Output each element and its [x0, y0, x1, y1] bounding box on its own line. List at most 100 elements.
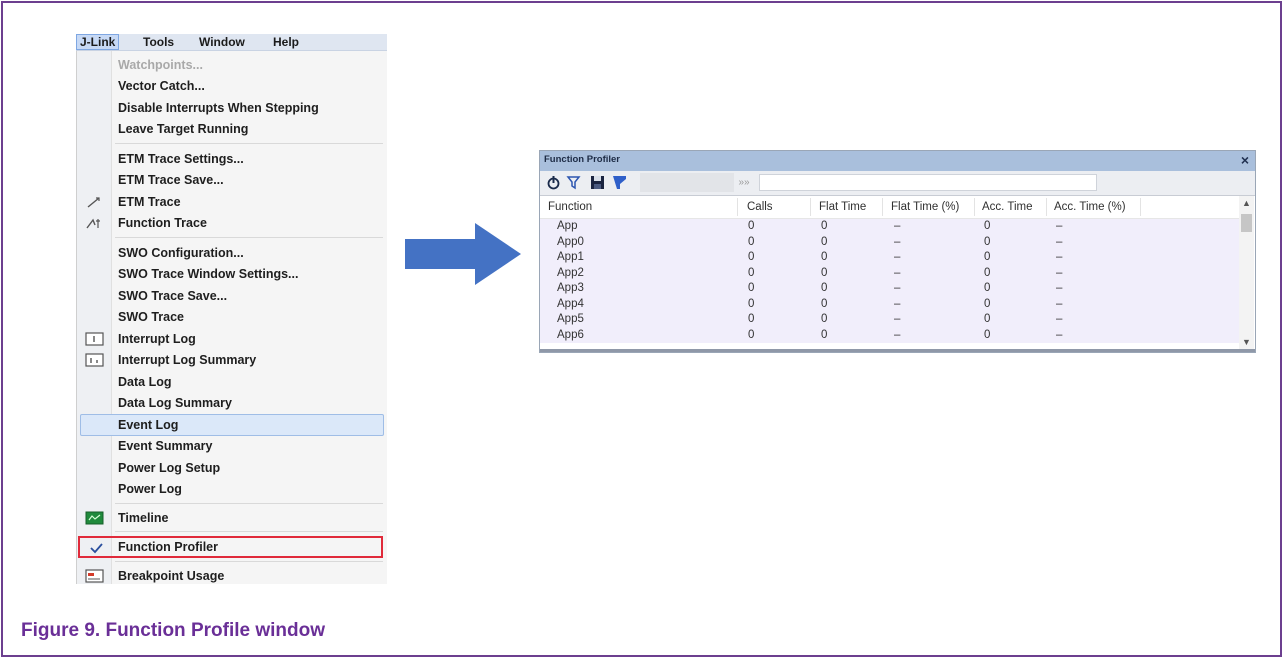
column-separator — [810, 198, 811, 216]
close-icon[interactable]: × — [1241, 152, 1249, 168]
cell-calls: 0 — [748, 235, 755, 248]
scroll-up-icon[interactable]: ▲ — [1242, 198, 1251, 208]
cell-acc-time: 0 — [984, 328, 991, 341]
cell-flat-time-pct: – — [894, 266, 901, 279]
cell-acc-time-pct: – — [1056, 235, 1063, 248]
clear-icon[interactable] — [565, 174, 582, 191]
filter-icon[interactable] — [611, 174, 628, 191]
fast-forward-icon[interactable]: »» — [734, 176, 754, 190]
table-row[interactable]: App1 0 0 – 0 – — [540, 250, 1240, 266]
cell-acc-time-pct: – — [1056, 282, 1063, 294]
column-header-acc-time-pct[interactable]: Acc. Time (%) — [1054, 196, 1126, 218]
menu-item-event-summary[interactable]: Event Summary — [77, 436, 387, 456]
cell-flat-time: 0 — [821, 266, 828, 279]
menu-item-event-log[interactable]: Event Log — [80, 414, 384, 436]
cell-acc-time: 0 — [984, 266, 991, 279]
menu-item-watchpoints[interactable]: Watchpoints... — [77, 55, 387, 75]
table-row[interactable]: App3 0 0 – 0 – — [540, 281, 1240, 297]
menu-separator — [115, 503, 383, 504]
column-header-flat-time-pct[interactable]: Flat Time (%) — [891, 196, 959, 218]
cell-function: App6 — [557, 328, 584, 341]
menu-item-swo-trace[interactable]: SWO Trace — [77, 307, 387, 327]
menu-separator — [115, 561, 383, 562]
cell-acc-time-pct: – — [1056, 297, 1063, 310]
cell-calls: 0 — [748, 282, 755, 294]
menu-item-leave-target-running[interactable]: Leave Target Running — [77, 119, 387, 139]
cell-function: App5 — [557, 313, 584, 325]
column-separator — [1140, 198, 1141, 216]
cell-flat-time: 0 — [821, 235, 828, 248]
menu-item-interrupt-log[interactable]: Interrupt Log — [77, 329, 387, 349]
table-row[interactable]: App 0 0 – 0 – — [540, 219, 1240, 235]
menu-separator — [115, 143, 383, 144]
menu-item-swo-trace-window-settings[interactable]: SWO Trace Window Settings... — [77, 264, 387, 284]
cell-acc-time-pct: – — [1056, 220, 1063, 232]
scrollbar-thumb[interactable] — [1241, 214, 1252, 232]
menu-item-breakpoint-usage[interactable]: Breakpoint Usage — [77, 566, 387, 584]
cell-acc-time: 0 — [984, 282, 991, 294]
table-row[interactable]: App5 0 0 – 0 – — [540, 312, 1240, 328]
menu-item-function-trace[interactable]: Function Trace — [77, 213, 387, 233]
cell-function: App1 — [557, 251, 584, 263]
cell-function: App0 — [557, 235, 584, 248]
cell-acc-time: 0 — [984, 235, 991, 248]
menu-jlink[interactable]: J-Link — [76, 34, 120, 50]
save-icon[interactable] — [589, 174, 606, 191]
cell-acc-time-pct: – — [1056, 328, 1063, 341]
cell-acc-time-pct: – — [1056, 266, 1063, 279]
menu-item-data-log[interactable]: Data Log — [77, 372, 387, 392]
cell-acc-time: 0 — [984, 251, 991, 263]
menu-item-interrupt-log-summary[interactable]: Interrupt Log Summary — [77, 350, 387, 370]
scroll-down-icon[interactable]: ▼ — [1242, 337, 1251, 347]
cell-acc-time-pct: – — [1056, 251, 1063, 263]
interrupt-summary-icon — [85, 353, 104, 367]
cell-flat-time-pct: – — [894, 297, 901, 310]
column-separator — [974, 198, 975, 216]
table-row[interactable]: App2 0 0 – 0 – — [540, 265, 1240, 281]
menu-item-power-log-setup[interactable]: Power Log Setup — [77, 458, 387, 478]
power-icon[interactable] — [545, 174, 562, 191]
profiler-toolbar: »» — [540, 171, 1255, 196]
cell-calls: 0 — [748, 220, 755, 232]
menu-item-disable-interrupts[interactable]: Disable Interrupts When Stepping — [77, 98, 387, 118]
menu-item-function-profiler[interactable]: Function Profiler — [78, 536, 383, 558]
cell-flat-time-pct: – — [894, 282, 901, 294]
menu-item-swo-configuration[interactable]: SWO Configuration... — [77, 243, 387, 263]
cell-flat-time: 0 — [821, 220, 828, 232]
cell-calls: 0 — [748, 266, 755, 279]
menu-item-data-log-summary[interactable]: Data Log Summary — [77, 393, 387, 413]
menu-item-etm-trace[interactable]: ETM Trace — [77, 192, 387, 212]
menu-window[interactable]: Window — [196, 35, 248, 49]
menu-item-timeline[interactable]: Timeline — [77, 508, 387, 528]
menu-item-power-log[interactable]: Power Log — [77, 479, 387, 499]
column-header-acc-time[interactable]: Acc. Time — [982, 196, 1032, 218]
menu-separator — [115, 531, 383, 532]
cell-flat-time-pct: – — [894, 235, 901, 248]
table-row[interactable]: App4 0 0 – 0 – — [540, 296, 1240, 312]
menu-item-etm-trace-settings[interactable]: ETM Trace Settings... — [77, 149, 387, 169]
timeline-icon — [85, 511, 104, 525]
jlink-dropdown: Watchpoints... Vector Catch... Disable I… — [76, 51, 387, 584]
table-row[interactable]: App0 0 0 – 0 – — [540, 234, 1240, 250]
column-header-calls[interactable]: Calls — [747, 196, 773, 218]
menu-help[interactable]: Help — [270, 35, 302, 49]
profiler-search-input[interactable] — [759, 174, 1097, 191]
breakpoint-usage-icon — [85, 569, 104, 583]
column-header-flat-time[interactable]: Flat Time — [819, 196, 866, 218]
profiler-scrollbar[interactable]: ▲ ▼ — [1239, 196, 1254, 351]
cell-flat-time-pct: – — [894, 313, 901, 325]
menu-item-etm-trace-save[interactable]: ETM Trace Save... — [77, 170, 387, 190]
menu-bar: J-Link Tools Window Help — [76, 34, 387, 51]
menu-item-vector-catch[interactable]: Vector Catch... — [77, 76, 387, 96]
cell-function: App — [557, 220, 578, 232]
function-profiler-window: Function Profiler × »» Function Calls Fl… — [539, 150, 1256, 353]
table-row[interactable]: App6 0 0 – 0 – — [540, 327, 1240, 343]
right-arrow-icon — [405, 223, 521, 285]
column-header-function[interactable]: Function — [548, 196, 592, 218]
cell-flat-time: 0 — [821, 297, 828, 310]
cell-acc-time: 0 — [984, 313, 991, 325]
cell-function: App2 — [557, 266, 584, 279]
menu-tools[interactable]: Tools — [140, 35, 177, 49]
cell-calls: 0 — [748, 251, 755, 263]
menu-item-swo-trace-save[interactable]: SWO Trace Save... — [77, 286, 387, 306]
